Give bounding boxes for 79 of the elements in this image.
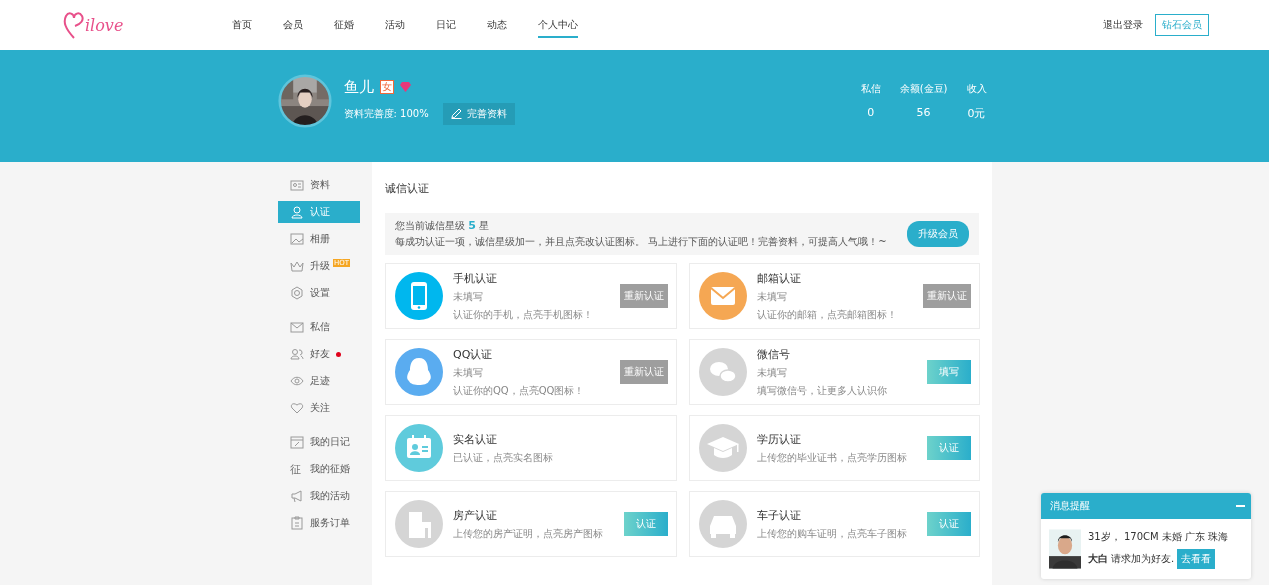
sidebar-glyph: 征 — [290, 461, 302, 477]
card-status: 未填写 — [757, 365, 788, 380]
gear-icon — [290, 286, 304, 300]
card-title: 房产认证 — [453, 507, 498, 523]
sidebar-item[interactable]: 好友 — [278, 343, 360, 365]
star-level-text: 您当前诚信星级 5 星 — [395, 219, 491, 233]
chat-icon[interactable] — [699, 348, 747, 396]
sidebar-item[interactable]: 征 我的征婚 — [278, 458, 360, 480]
card-title: 实名认证 — [453, 431, 498, 447]
logout-link[interactable]: 退出登录 — [1103, 18, 1143, 32]
nav-link[interactable]: 会员 — [283, 12, 303, 38]
id-card-icon — [290, 178, 304, 192]
card-title: QQ认证 — [453, 346, 494, 362]
stat-value: 56 — [916, 105, 931, 119]
logo-text[interactable]: ilove — [85, 15, 124, 35]
minimize-icon[interactable] — [1236, 505, 1245, 507]
profile-info: 31岁， 170CM 未婚 广东 珠海 — [1088, 529, 1229, 544]
card-status: 未填写 — [453, 289, 484, 304]
sidebar-item[interactable]: 私信 — [278, 316, 360, 338]
card-description: 上传您的房产证明，点亮房产图标 — [453, 526, 604, 541]
card-status: 未填写 — [757, 289, 788, 304]
nav-link[interactable]: 活动 — [385, 12, 405, 38]
crown-icon — [290, 259, 304, 273]
user-icon — [290, 205, 304, 219]
card-title: 邮箱认证 — [757, 270, 802, 286]
graduation-cap-icon[interactable] — [699, 424, 747, 472]
users-icon — [290, 347, 304, 361]
nav-link[interactable]: 动态 — [487, 12, 507, 38]
card-title: 微信号 — [757, 346, 791, 362]
eye-icon — [290, 374, 304, 388]
nav-link[interactable]: 个人中心 — [538, 12, 578, 38]
phone-icon[interactable] — [395, 272, 443, 320]
sidebar-item[interactable]: 设置 — [278, 282, 360, 304]
envelope-icon[interactable] — [699, 272, 747, 320]
megaphone-icon — [290, 489, 304, 503]
stat-label: 收入 — [966, 81, 987, 96]
stat-value: 0元 — [967, 105, 986, 121]
heart-icon — [290, 401, 304, 415]
nav-link[interactable]: 日记 — [436, 12, 456, 38]
card-title: 学历认证 — [757, 431, 802, 447]
notice-text: 每成功认证一项，诚信星级加一，并且点亮改认证图标。 马上进行下面的认证吧！完善资料，可提高人气哦！~ — [395, 235, 888, 249]
id-card-icon[interactable] — [395, 424, 443, 472]
stat-label: 私信 — [860, 81, 881, 96]
sidebar-item[interactable]: 相册 — [278, 228, 360, 250]
nav-link[interactable]: 首页 — [232, 12, 252, 38]
stat-label: 余额(金豆) — [899, 81, 948, 96]
card-title: 车子认证 — [757, 507, 802, 523]
sidebar-item[interactable]: 服务订单 — [278, 512, 360, 534]
card-description: 认证你的手机，点亮手机图标！ — [453, 307, 594, 322]
card-description: 认证你的邮箱，点亮邮箱图标！ — [757, 307, 898, 322]
diamond-icon — [399, 82, 411, 92]
sender-name: 大白 — [1088, 551, 1108, 566]
mail-icon — [290, 320, 304, 334]
sidebar-item[interactable]: 足迹 — [278, 370, 360, 392]
pencil-icon — [450, 108, 462, 119]
sidebar-item[interactable]: 资料 — [278, 174, 360, 196]
card-description: 上传您的购车证明，点亮车子图标 — [757, 526, 908, 541]
card-title: 手机认证 — [453, 270, 498, 286]
card-description: 填写微信号，让更多人认识你 — [757, 383, 888, 398]
stat-value: 0 — [867, 105, 875, 119]
sidebar-item[interactable]: 关注 — [278, 397, 360, 419]
car-icon[interactable] — [699, 500, 747, 548]
user-name: 鱼儿 — [343, 77, 374, 97]
clipboard-icon — [290, 516, 304, 530]
card-status: 未填写 — [453, 365, 484, 380]
image-icon — [290, 232, 304, 246]
sidebar-item[interactable]: 我的日记 — [278, 431, 360, 453]
gender-badge: 女 — [379, 80, 394, 94]
card-description: 上传您的毕业证书，点亮学历图标 — [757, 450, 908, 465]
calendar-icon — [290, 435, 304, 449]
completeness-text: 资料完善度: 100% — [343, 106, 429, 121]
card-description: 已认证，点亮实名图标 — [453, 450, 554, 465]
sidebar-item[interactable]: 我的活动 — [278, 485, 360, 507]
nav-link[interactable]: 征婚 — [334, 12, 354, 38]
building-icon[interactable] — [395, 500, 443, 548]
message-text: 请求加为好友. — [1111, 551, 1175, 566]
section-title: 诚信认证 — [385, 181, 430, 196]
card-description: 认证你的QQ，点亮QQ图标！ — [453, 383, 586, 398]
popup-title: 消息提醒 — [1050, 499, 1090, 513]
